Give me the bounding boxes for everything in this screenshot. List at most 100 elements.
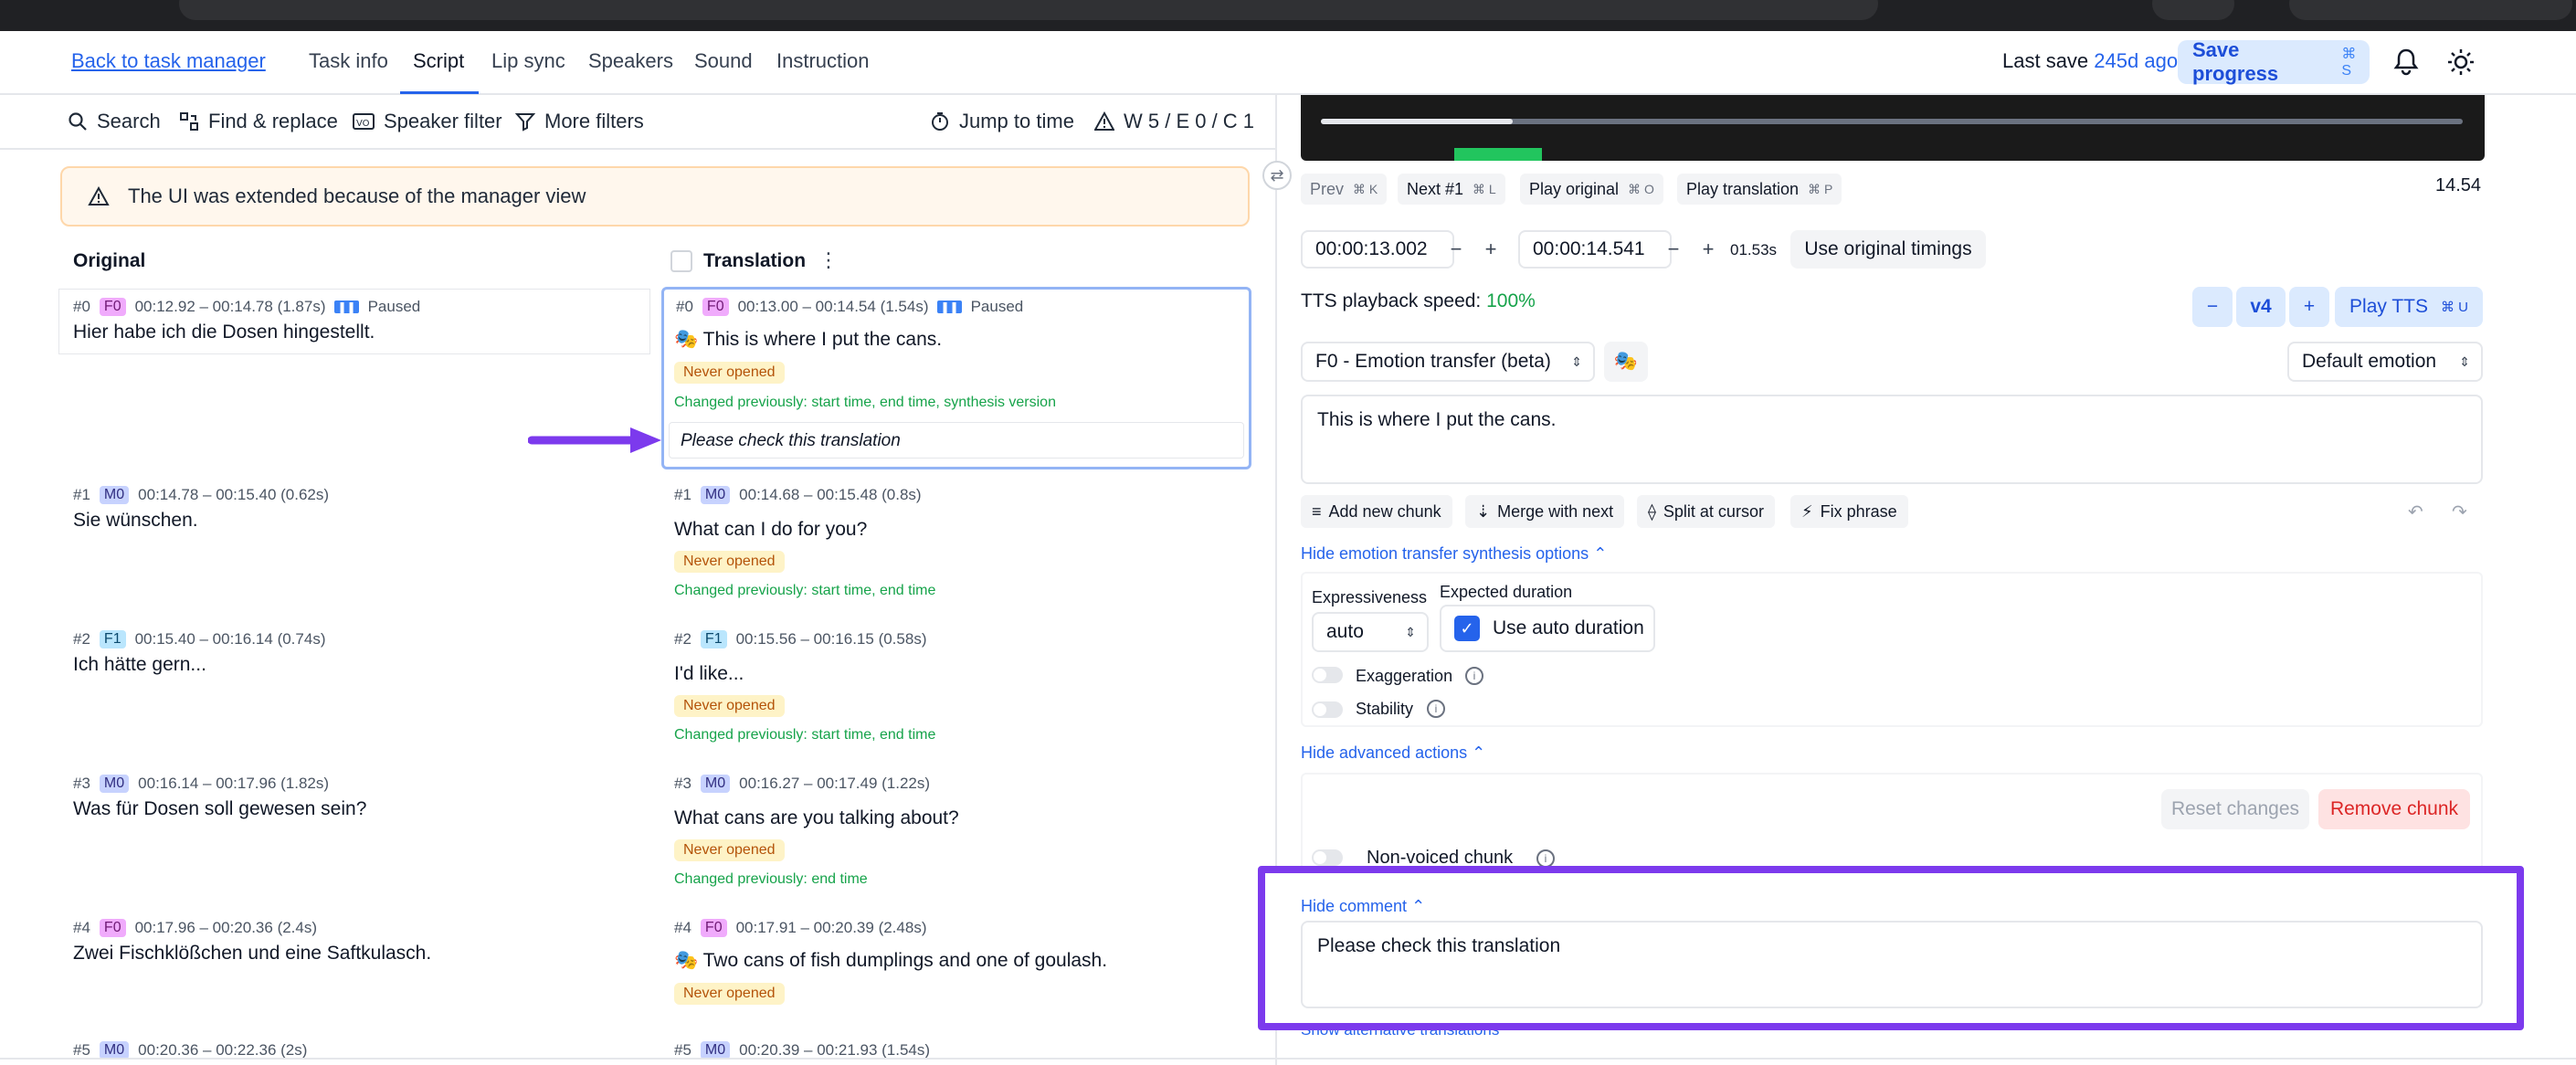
last-save-label: Last save <box>2002 49 2089 72</box>
start-increment-button[interactable]: + <box>1474 233 1507 266</box>
save-progress-button[interactable]: Save progress ⌘ S <box>2178 38 2370 85</box>
version-decrement-button[interactable]: − <box>2192 287 2233 327</box>
search-label: Search <box>97 110 161 132</box>
tts-text-editor[interactable]: This is where I put the cans. <box>1301 395 2483 484</box>
speaker-badge: F0 <box>700 919 727 937</box>
stability-label: Stability <box>1356 700 1414 718</box>
non-voiced-toggle[interactable] <box>1312 849 1343 866</box>
original-text[interactable]: Was für Dosen soll gewesen sein? <box>73 798 366 820</box>
translation-line[interactable]: 🎭 Two cans of fish dumplings and one of … <box>674 950 1107 972</box>
speaker-filter-button[interactable]: VO Speaker filter <box>353 110 502 133</box>
exaggeration-toggle[interactable] <box>1312 667 1343 683</box>
bell-icon[interactable] <box>2393 47 2419 81</box>
column-menu-icon[interactable]: ⋮ <box>818 248 839 272</box>
last-save-status: Last save 245d ago <box>2002 49 2178 73</box>
merge-label: Merge with next <box>1497 501 1614 521</box>
emotion-mask-icon[interactable]: 🎭 <box>1604 342 1648 382</box>
exaggeration-label: Exaggeration <box>1356 667 1453 685</box>
theme-toggle-icon[interactable] <box>2446 47 2476 81</box>
search-button[interactable]: Search <box>68 110 161 133</box>
checkbox-checked-icon[interactable]: ✓ <box>1454 616 1480 641</box>
changed-note: Changed previously: start time, end time <box>674 583 936 598</box>
jump-to-time-label: Jump to time <box>959 110 1074 132</box>
info-icon[interactable]: i <box>1536 849 1555 868</box>
add-chunk-label: Add new chunk <box>1328 501 1441 521</box>
expected-duration-label: Expected duration <box>1440 583 1573 601</box>
play-tts-button[interactable]: Play TTS ⌘ U <box>2335 287 2483 327</box>
manager-view-banner: The UI was extended because of the manag… <box>60 166 1250 227</box>
speaker-badge: F0 <box>99 919 126 937</box>
tab-lip-sync[interactable]: Lip sync <box>491 49 565 73</box>
current-time-readout: 14.54 <box>2435 175 2482 195</box>
warnings-counter[interactable]: W 5 / E 0 / C 1 <box>1094 110 1254 133</box>
info-icon[interactable]: i <box>1465 667 1483 685</box>
translation-text[interactable]: I'd like... <box>674 663 744 685</box>
split-at-cursor-button[interactable]: ⟠ Split at cursor <box>1637 495 1775 528</box>
browser-top-bar <box>0 0 2576 31</box>
use-original-timings-button[interactable]: Use original timings <box>1790 230 1986 269</box>
tab-task-info[interactable]: Task info <box>309 49 388 73</box>
original-text[interactable]: Sie wünschen. <box>73 510 198 532</box>
end-increment-button[interactable]: + <box>1692 233 1725 266</box>
reset-changes-button[interactable]: Reset changes <box>2161 789 2309 829</box>
back-to-task-manager-link[interactable]: Back to task manager <box>71 49 266 73</box>
chunk-meta: #1 M0 00:14.78 – 00:15.40 (0.62s) <box>73 486 329 504</box>
tab-sound[interactable]: Sound <box>694 49 753 73</box>
video-preview[interactable] <box>1301 95 2485 161</box>
translation-text[interactable]: What can I do for you? <box>674 519 867 541</box>
chevron-updown-icon: ⇕ <box>1571 353 1582 369</box>
original-text[interactable]: Ich hätte gern... <box>73 654 206 676</box>
prev-chunk-button[interactable]: Prev ⌘ K <box>1301 174 1388 205</box>
start-time-input[interactable]: 00:00:13.002 <box>1301 230 1454 269</box>
status-badge: Never opened <box>674 362 785 384</box>
comment-highlight-annotation <box>1258 866 2524 1030</box>
merge-with-next-button[interactable]: ⇣ Merge with next <box>1465 495 1625 528</box>
jump-to-time-button[interactable]: Jump to time <box>930 110 1074 133</box>
translation-text[interactable]: What cans are you talking about? <box>674 807 959 829</box>
tab-speakers[interactable]: Speakers <box>588 49 673 73</box>
chunk-time: 00:15.56 – 00:16.15 (0.58s) <box>735 630 927 648</box>
chunk-id: #2 <box>73 630 90 648</box>
play-translation-button[interactable]: Play translation ⌘ P <box>1677 174 1842 205</box>
use-auto-duration-option[interactable]: ✓ Use auto duration <box>1440 605 1655 652</box>
remove-chunk-button[interactable]: Remove chunk <box>2318 789 2470 829</box>
emotion-mask-icon: 🎭 <box>674 329 699 350</box>
expressiveness-select[interactable]: auto ⇕ <box>1312 612 1429 652</box>
info-icon[interactable]: i <box>1427 700 1445 718</box>
speaker-badge: F1 <box>700 630 727 648</box>
speaker-filter-icon: VO <box>353 113 375 130</box>
tab-instruction[interactable]: Instruction <box>776 49 870 73</box>
version-increment-button[interactable]: + <box>2289 287 2329 327</box>
play-original-button[interactable]: Play original ⌘ O <box>1520 174 1663 205</box>
stopwatch-icon <box>932 112 948 131</box>
warnings-counter-label: W 5 / E 0 / C 1 <box>1124 110 1255 132</box>
tab-script[interactable]: Script <box>413 49 464 73</box>
fix-phrase-label: Fix phrase <box>1820 501 1897 521</box>
emotion-select[interactable]: Default emotion ⇕ <box>2287 342 2483 382</box>
tts-speed-label: TTS playback speed: <box>1301 290 1482 311</box>
redo-icon[interactable]: ↷ <box>2452 501 2467 523</box>
more-filters-button[interactable]: More filters <box>515 110 644 133</box>
annotation-arrow-icon <box>528 427 661 453</box>
undo-icon[interactable]: ↶ <box>2408 501 2423 523</box>
split-label: Split at cursor <box>1663 501 1764 521</box>
original-text[interactable]: Zwei Fischklößchen und eine Saftkulasch. <box>73 943 431 965</box>
stability-toggle[interactable] <box>1312 701 1343 718</box>
start-decrement-button[interactable]: − <box>1440 233 1473 266</box>
next-chunk-button[interactable]: Next #1 ⌘ L <box>1398 174 1505 205</box>
select-all-checkbox[interactable] <box>670 250 692 272</box>
video-scrubber-progress <box>1321 119 1513 124</box>
hide-synthesis-options-link[interactable]: Hide emotion transfer synthesis options … <box>1301 544 1607 564</box>
paused-label: Paused <box>970 298 1024 315</box>
end-time-input[interactable]: 00:00:14.541 <box>1518 230 1672 269</box>
hide-advanced-actions-link[interactable]: Hide advanced actions ⌃ <box>1301 743 1485 763</box>
chunk-time: 00:17.96 – 00:20.36 (2.4s) <box>134 919 318 936</box>
add-new-chunk-button[interactable]: ≡ Add new chunk <box>1301 495 1452 528</box>
status-badge: Never opened <box>674 983 785 1005</box>
fix-phrase-button[interactable]: ⚡ Fix phrase <box>1790 495 1908 528</box>
swap-icon[interactable]: ⇄ <box>1262 161 1292 190</box>
voice-select[interactable]: F0 - Emotion transfer (beta) ⇕ <box>1301 342 1595 382</box>
use-auto-duration-label: Use auto duration <box>1493 617 1644 638</box>
find-replace-button[interactable]: Find & replace <box>179 110 338 133</box>
end-decrement-button[interactable]: − <box>1657 233 1690 266</box>
